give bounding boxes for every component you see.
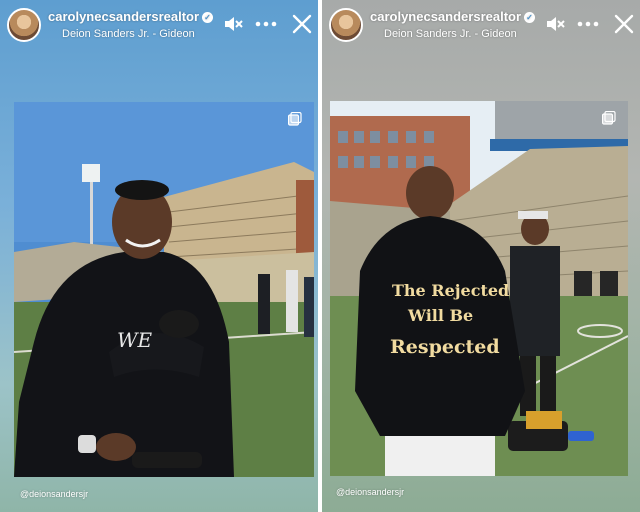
- photo-credit[interactable]: @deionsandersjr: [20, 489, 88, 499]
- more-options-icon[interactable]: [577, 13, 599, 35]
- hoodie-text-line-2: Will Be: [407, 306, 473, 325]
- speaker-muted-icon[interactable]: [222, 13, 244, 35]
- multiple-photos-icon: [602, 111, 616, 125]
- close-icon[interactable]: [613, 13, 635, 35]
- username-text: carolynecsandersrealtor: [48, 9, 200, 24]
- more-options-icon[interactable]: [255, 13, 277, 35]
- close-icon[interactable]: [291, 13, 313, 35]
- username[interactable]: carolynecsandersrealtor ✓: [48, 9, 214, 24]
- username-text: carolynecsandersrealtor: [370, 9, 522, 24]
- verified-badge-icon: ✓: [524, 12, 536, 23]
- story-panel-right[interactable]: carolynecsandersrealtor ✓ Deion Sanders J…: [322, 0, 640, 512]
- photo-scene: WE: [14, 102, 314, 477]
- story-header: carolynecsandersrealtor ✓ Deion Sanders J…: [322, 0, 640, 50]
- story-panel-left[interactable]: carolynecsandersrealtor ✓ Deion Sanders J…: [0, 0, 318, 512]
- chest-text: WE: [117, 328, 153, 352]
- avatar[interactable]: [7, 8, 41, 42]
- story-photo: WE: [14, 102, 314, 477]
- speaker-muted-icon[interactable]: [544, 13, 566, 35]
- photo-credit[interactable]: @deionsandersjr: [336, 487, 404, 497]
- song-label[interactable]: Deion Sanders Jr. - Gideon: [62, 28, 195, 40]
- song-label[interactable]: Deion Sanders Jr. - Gideon: [384, 28, 517, 40]
- avatar[interactable]: [329, 8, 363, 42]
- story-header: carolynecsandersrealtor ✓ Deion Sanders J…: [0, 0, 318, 50]
- multiple-photos-icon: [288, 112, 302, 126]
- hoodie-text-line-1: The Rejected: [392, 281, 509, 300]
- photo-scene: The Rejected Will Be Respected: [330, 101, 628, 476]
- story-photo: The Rejected Will Be Respected: [330, 101, 628, 476]
- hoodie-text-line-3: Respected: [390, 336, 500, 358]
- verified-badge-icon: ✓: [202, 12, 214, 23]
- username[interactable]: carolynecsandersrealtor ✓: [370, 9, 536, 24]
